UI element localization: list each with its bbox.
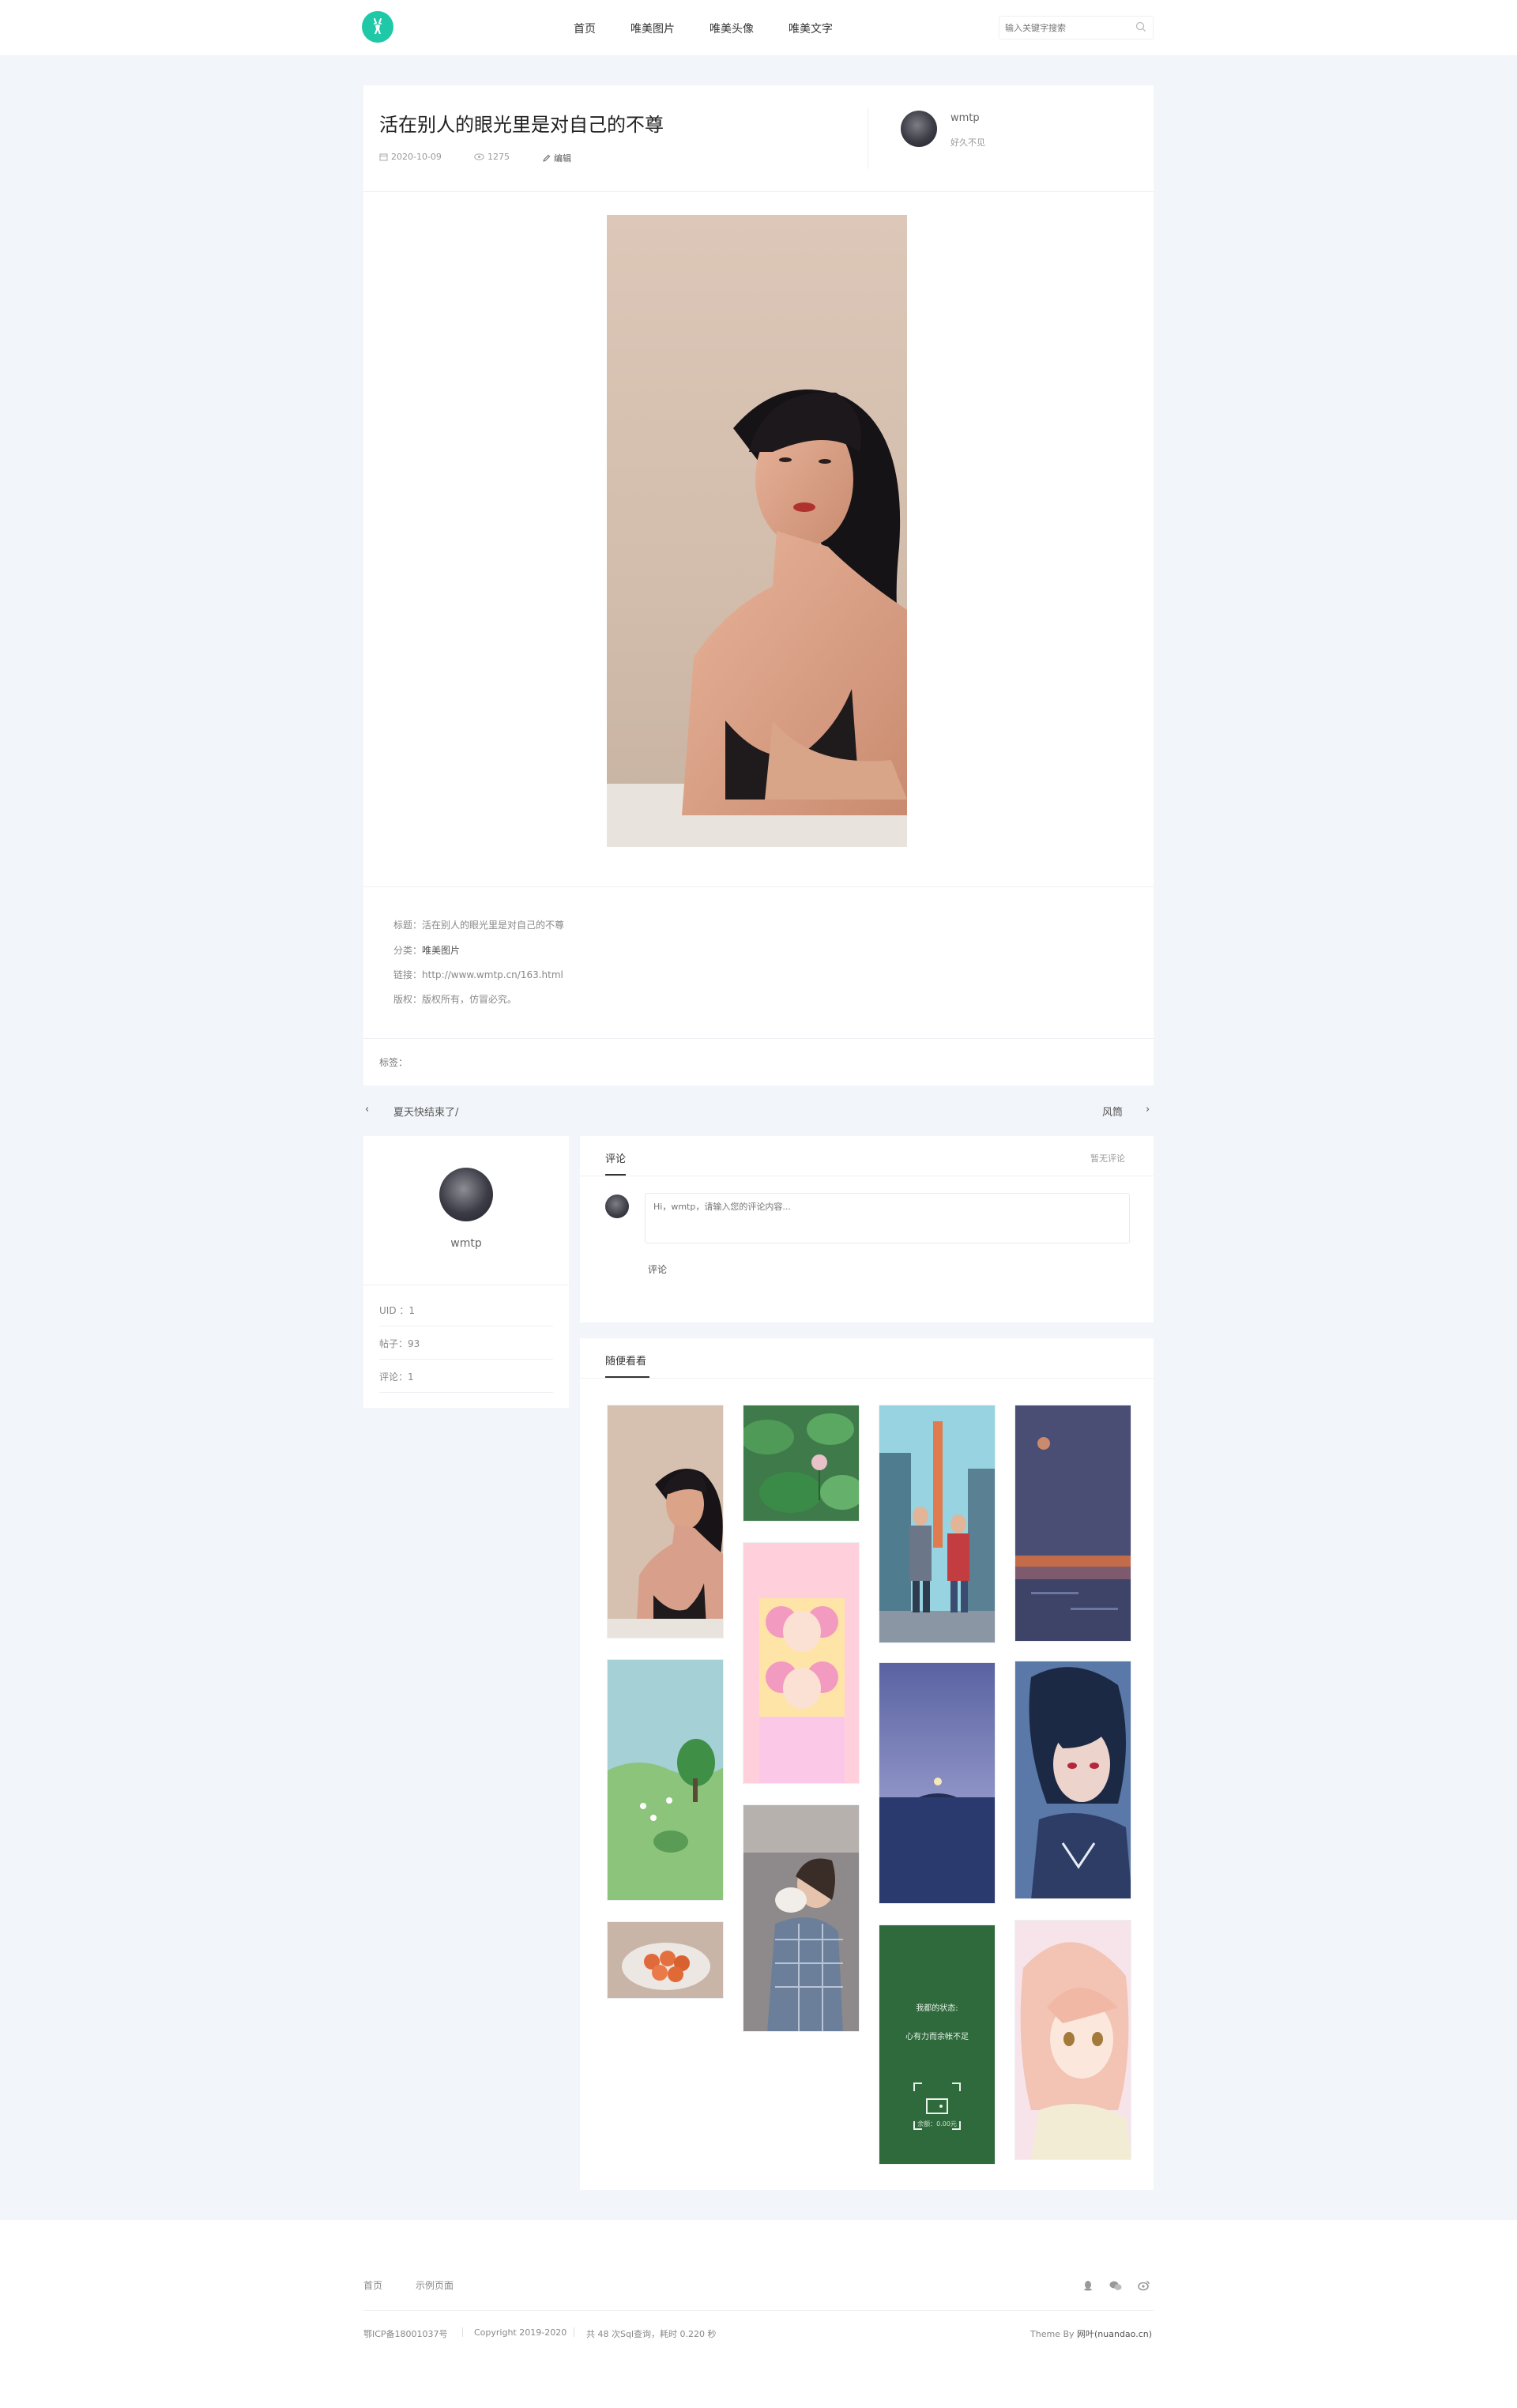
gallery-thumb[interactable] — [879, 1662, 996, 1904]
site-footer — [0, 2220, 1517, 2408]
calendar-icon — [379, 153, 388, 161]
site-logo[interactable] — [362, 11, 393, 43]
pencil-icon — [543, 154, 551, 162]
info-link: 链接：http://www.wmtp.cn/163.html — [393, 968, 563, 981]
footer-divider — [363, 2310, 1154, 2311]
thumb-fruit-bowl — [608, 1922, 723, 1998]
gallery-thumb[interactable] — [879, 1405, 996, 1643]
thumb-anime-boy — [1015, 1661, 1131, 1898]
author-avatar[interactable] — [901, 111, 937, 147]
footer-copyright: Copyright 2019-2020 — [474, 2327, 567, 2338]
profile-posts: 帖子：93 — [379, 1338, 420, 1349]
gallery-thumb[interactable] — [743, 1405, 860, 1522]
edit-link[interactable]: 编辑 — [542, 152, 571, 164]
poster-line-3: 余额：0.00元 — [917, 2120, 957, 2128]
thumb-anime-girl — [1015, 1921, 1131, 2159]
thumb-portrait — [608, 1405, 723, 1638]
footer-query-stats: 共 48 次Sql查询，耗时 0.220 秒 — [586, 2329, 717, 2339]
info-title-value: 活在别人的眼光里是对自己的不尊 — [422, 920, 565, 931]
image-divider — [363, 886, 1154, 887]
profile-name[interactable]: wmtp — [363, 1237, 569, 1250]
footer-link-home[interactable]: 首页 — [363, 2278, 382, 2292]
footer-sep — [462, 2327, 463, 2337]
footer-theme-prefix: Theme By — [1030, 2329, 1077, 2339]
gallery-thumb[interactable] — [1014, 1405, 1131, 1642]
info-copyright-label: 版权： — [393, 994, 423, 1005]
poster-line-1: 我都的状态: — [916, 2004, 958, 2013]
thumb-green-field — [608, 1660, 723, 1900]
profile-comments: 评论：1 — [379, 1371, 414, 1383]
profile-avatar[interactable] — [439, 1168, 493, 1221]
portrait-photo — [607, 215, 907, 847]
thumb-city-couple — [879, 1405, 995, 1642]
footer-theme: Theme By 网叶(nuandao.cn) — [1030, 2327, 1152, 2340]
info-link-label: 链接： — [393, 969, 423, 980]
thumb-night-sea — [879, 1663, 995, 1903]
post-date: 2020-10-09 — [379, 152, 442, 162]
info-category: 分类：唯美图片 — [393, 943, 460, 957]
thumb-pixel-sunset — [1015, 1405, 1131, 1641]
info-copyright-value: 版权所有，仿冒必究。 — [422, 994, 518, 1005]
edit-label[interactable]: 编辑 — [554, 152, 571, 164]
info-copyright: 版权：版权所有，仿冒必究。 — [393, 992, 517, 1006]
post-date-text: 2020-10-09 — [391, 152, 442, 162]
thumb-pink-anime — [743, 1543, 859, 1783]
author-status: 好久不见 — [950, 137, 985, 148]
footer-theme-link[interactable]: 网叶(nuandao.cn) — [1077, 2329, 1152, 2339]
gallery-thumb[interactable] — [1014, 1920, 1131, 2160]
post-title: 活在别人的眼光里是对自己的不尊 — [379, 114, 664, 136]
comment-section-title: 评论 — [605, 1153, 627, 1165]
info-title: 标题：活在别人的眼光里是对自己的不尊 — [393, 918, 564, 931]
thumb-lotus-pond — [743, 1405, 859, 1521]
next-post-link[interactable]: 风筒 — [1102, 1104, 1123, 1119]
gallery-section-title: 随便看看 — [605, 1356, 647, 1368]
nav-beautiful-text[interactable]: 唯美文字 — [789, 21, 833, 36]
thumb-girl-with-cat — [743, 1805, 859, 2031]
post-header-divider — [363, 191, 1154, 192]
poster-line-2: 心有力而余帐不足 — [905, 2033, 969, 2041]
next-chevron-icon[interactable]: › — [1146, 1104, 1150, 1116]
site-header — [0, 0, 1517, 55]
gallery-thumb[interactable]: 我都的状态: 心有力而余帐不足 余额：0.00元 — [879, 1925, 996, 2165]
gallery-thumb[interactable] — [607, 1659, 724, 1901]
wechat-icon[interactable] — [1109, 2280, 1122, 2291]
comment-count: 暂无评论 — [1090, 1153, 1125, 1164]
gallery-thumb[interactable] — [743, 1542, 860, 1784]
footer-link-sample[interactable]: 示例页面 — [416, 2278, 454, 2292]
post-views: 1275 — [474, 152, 510, 162]
info-category-label: 分类： — [393, 945, 423, 956]
info-link-value[interactable]: http://www.wmtp.cn/163.html — [422, 969, 563, 980]
info-divider — [363, 1038, 1154, 1039]
comment-input[interactable] — [645, 1193, 1130, 1244]
qq-icon[interactable] — [1082, 2280, 1094, 2291]
gallery-thumb[interactable] — [607, 1405, 724, 1639]
post-main-image[interactable] — [607, 215, 907, 847]
weibo-icon[interactable] — [1138, 2280, 1150, 2291]
gallery-thumb[interactable] — [1014, 1661, 1131, 1899]
footer-icp[interactable]: 鄂ICP备18001037号 — [363, 2327, 448, 2340]
prev-post-link[interactable]: 夏天快结束了/ — [393, 1104, 458, 1119]
gallery-header-divider — [580, 1378, 1154, 1379]
post-views-text: 1275 — [487, 152, 510, 162]
search-input[interactable] — [1005, 19, 1131, 36]
stat-divider — [379, 1392, 553, 1393]
stat-divider — [379, 1359, 553, 1360]
search-icon[interactable] — [1135, 21, 1146, 32]
nav-beautiful-images[interactable]: 唯美图片 — [631, 21, 675, 36]
info-category-link[interactable]: 唯美图片 — [422, 945, 460, 956]
nav-home[interactable]: 首页 — [574, 21, 596, 36]
gallery-thumb[interactable] — [743, 1804, 860, 2032]
gallery-thumb[interactable] — [607, 1921, 724, 1999]
thumb-green-poster: 我都的状态: 心有力而余帐不足 余额：0.00元 — [879, 1925, 995, 2164]
deer-logo-icon — [374, 18, 382, 34]
tags-label: 标签： — [379, 1057, 408, 1068]
comment-submit-button[interactable]: 评论 — [648, 1262, 667, 1276]
info-title-label: 标题： — [393, 920, 423, 931]
author-name[interactable]: wmtp — [950, 112, 980, 124]
prev-chevron-icon[interactable]: ‹ — [365, 1104, 369, 1116]
nav-beautiful-avatars[interactable]: 唯美头像 — [710, 21, 754, 36]
profile-uid: UID ：1 — [379, 1305, 416, 1316]
eye-icon — [474, 153, 484, 160]
commenter-avatar — [605, 1195, 629, 1218]
